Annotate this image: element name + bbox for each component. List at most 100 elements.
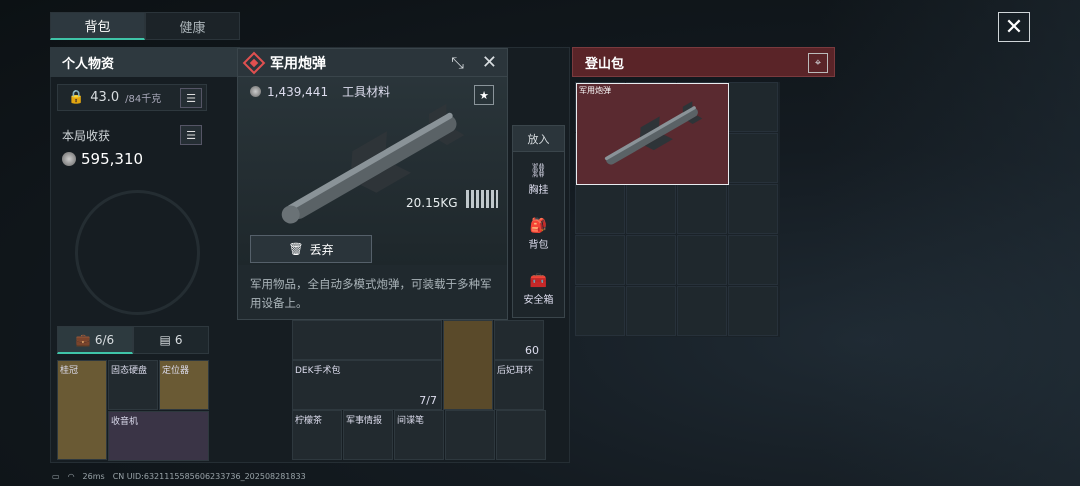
lock-icon: 🔒 xyxy=(68,90,85,105)
slot-device[interactable] xyxy=(292,320,442,360)
slot-label: 军事情报 xyxy=(346,416,383,426)
slot-label: 间谍笔 xyxy=(397,416,425,426)
item-category: 工具材料 xyxy=(342,85,391,99)
weight-unit: /84千克 xyxy=(125,94,162,105)
briefcase-icon: 💼 xyxy=(75,332,91,347)
slot-intel[interactable]: 军事情报 xyxy=(343,410,393,460)
status-bar: ▭ ◠ 26ms CN UID:6321115585606233736_2025… xyxy=(52,472,306,481)
ping-value: 26ms xyxy=(82,472,105,481)
backpack-icon: 🎒 xyxy=(529,218,548,234)
slot-locator[interactable]: 定位器 xyxy=(159,360,209,410)
grid-cell[interactable] xyxy=(728,82,778,132)
grid-cell[interactable] xyxy=(575,235,625,285)
put-in-chest-rig[interactable]: ⛓ 胸挂 xyxy=(513,152,564,207)
grid-cell[interactable] xyxy=(677,235,727,285)
personal-supplies-header: 个人物资 xyxy=(50,47,240,77)
location-icon[interactable]: ⌖ xyxy=(808,53,828,73)
backpack-item-missile[interactable] xyxy=(576,83,729,185)
case-count: 6/6 xyxy=(94,332,115,347)
grid-cell[interactable] xyxy=(728,184,778,234)
coin-icon xyxy=(250,86,261,97)
card-count: 6 xyxy=(174,333,183,347)
item-title: 军用炮弹 xyxy=(270,55,326,72)
trash-icon: 🗑 xyxy=(288,242,304,256)
backpack-item-label: 军用炮弹 xyxy=(579,86,611,95)
slot-empty[interactable] xyxy=(445,410,495,460)
uid-text: CN UID:6321115585606233736_202508281833 xyxy=(112,472,306,481)
tab-health[interactable]: 健康 xyxy=(145,12,240,40)
case-tab[interactable]: 💼 6/6 xyxy=(57,326,133,354)
slot-dek[interactable]: DEK手术包 7/7 xyxy=(292,360,442,410)
slot-label: 定位器 xyxy=(162,366,190,376)
item-detail-popup: 军用炮弹 ⤡ ✕ 1,439,441 工具材料 ★ 20.15KG 🗑 丢弃 军… xyxy=(237,48,508,320)
slot-label: 固态硬盘 xyxy=(111,366,148,376)
coin-icon xyxy=(62,152,76,166)
grid-cell[interactable] xyxy=(728,235,778,285)
grid-cell[interactable] xyxy=(626,235,676,285)
slot-label: 柠檬茶 xyxy=(295,416,323,426)
slot-ssd[interactable]: 固态硬盘 xyxy=(108,360,158,410)
price-value: 1,439,441 xyxy=(267,84,329,99)
put-in-header: 放入 xyxy=(513,126,564,152)
backpack-header: 登山包 xyxy=(572,47,835,77)
grid-cell[interactable] xyxy=(677,184,727,234)
earnings-label: 本局收获 xyxy=(62,129,111,143)
weight-list-button[interactable]: ☰ xyxy=(180,88,202,108)
grid-cell[interactable] xyxy=(677,286,727,336)
favorite-star-icon[interactable]: ★ xyxy=(474,85,494,105)
tab-backpack[interactable]: 背包 xyxy=(50,12,145,40)
battery-icon: ▭ xyxy=(52,472,60,481)
top-tabs: 背包 健康 xyxy=(50,12,240,40)
grid-cell[interactable] xyxy=(626,184,676,234)
put-in-menu: 放入 ⛓ 胸挂 🎒 背包 🧰 安全箱 xyxy=(512,125,565,318)
grid-cell[interactable] xyxy=(626,286,676,336)
item-weight: 20.15KG xyxy=(406,196,458,210)
grid-cell[interactable] xyxy=(575,286,625,336)
earnings-value: 595,310 xyxy=(62,150,143,168)
put-in-safebox[interactable]: 🧰 安全箱 xyxy=(513,262,564,317)
grid-cell[interactable] xyxy=(728,133,778,183)
wifi-icon: ◠ xyxy=(67,472,75,481)
discard-label: 丢弃 xyxy=(309,242,334,257)
popup-header: 军用炮弹 ⤡ ✕ xyxy=(238,49,507,77)
put-in-backpack[interactable]: 🎒 背包 xyxy=(513,207,564,262)
ammo-count: 60 xyxy=(525,344,539,357)
emblem-icon xyxy=(75,190,200,315)
collapse-icon[interactable]: ⤡ xyxy=(451,53,464,73)
card-icon: ▤ xyxy=(159,333,171,347)
discard-button[interactable]: 🗑 丢弃 xyxy=(250,235,372,263)
menu-label: 背包 xyxy=(528,240,549,251)
slot-queen-earring[interactable]: 后妃耳环 xyxy=(494,360,544,410)
slot-laurel[interactable]: 桂冠 xyxy=(57,360,107,460)
slot-label: DEK手术包 xyxy=(295,366,341,376)
slot-lemon[interactable]: 柠檬茶 xyxy=(292,410,342,460)
close-button[interactable]: ✕ xyxy=(998,12,1030,42)
slot-ammo[interactable]: 60 xyxy=(494,320,544,360)
slot-label: 收音机 xyxy=(111,417,139,427)
menu-label: 安全箱 xyxy=(523,295,554,306)
card-tab[interactable]: ▤ 6 xyxy=(133,326,209,354)
slot-label: 桂冠 xyxy=(60,366,79,376)
missile-icon xyxy=(604,101,703,165)
container-tabs: 💼 6/6 ▤ 6 xyxy=(57,326,209,354)
item-description: 军用物品，全自动多模式炮弹，可装载于多种军用设备上。 xyxy=(250,277,492,310)
slot-radio[interactable]: 收音机 xyxy=(108,411,209,461)
slot-spy-pen[interactable]: 间谍笔 xyxy=(394,410,444,460)
grid-cell[interactable] xyxy=(728,286,778,336)
weight-value: 43.0 xyxy=(90,90,120,105)
rarity-icon xyxy=(242,51,266,74)
dek-count: 7/7 xyxy=(419,394,437,407)
vest-icon: ⛓ xyxy=(529,163,548,179)
earnings-number: 595,310 xyxy=(81,150,144,168)
close-icon[interactable]: ✕ xyxy=(482,52,497,73)
background-shade xyxy=(820,0,1080,486)
slot-empty[interactable] xyxy=(496,410,546,460)
size-grid-icon xyxy=(466,190,498,208)
item-price: 1,439,441 工具材料 xyxy=(250,83,390,100)
grid-cell[interactable] xyxy=(575,184,625,234)
slot-spear[interactable] xyxy=(443,320,493,410)
toolbox-icon: 🧰 xyxy=(529,273,548,289)
earnings-list-button[interactable]: ☰ xyxy=(180,125,202,145)
slot-label: 后妃耳环 xyxy=(497,366,534,376)
menu-label: 胸挂 xyxy=(528,185,549,196)
